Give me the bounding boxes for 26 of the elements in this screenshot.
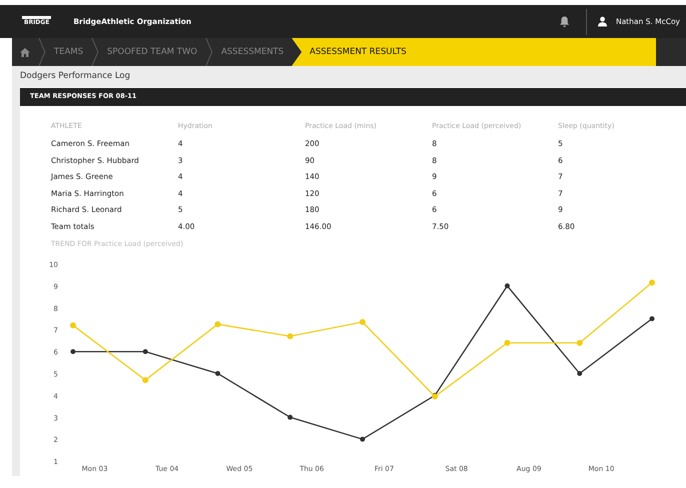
- breadcrumb-item[interactable]: ASSESSMENTS: [213, 46, 292, 58]
- data-point: [70, 348, 76, 354]
- data-point: [288, 414, 293, 420]
- data-point: [214, 320, 221, 327]
- data-point: [215, 370, 220, 376]
- data-point: [142, 376, 148, 383]
- breadcrumb-item[interactable]: SPOOFED TEAM TWO: [99, 46, 206, 58]
- chevron-separator: [91, 38, 100, 66]
- chevron-separator: [38, 38, 46, 66]
- data-point: [649, 279, 655, 286]
- data-point: [360, 436, 365, 442]
- breadcrumb-item[interactable]: ASSESSMENT RESULTS: [292, 38, 656, 66]
- user-icon: [596, 16, 608, 27]
- bell-icon[interactable]: [558, 16, 570, 28]
- data-point: [142, 348, 148, 354]
- data-point: [504, 282, 510, 288]
- breadcrumb-item[interactable]: TEAMS: [46, 46, 92, 58]
- data-point: [577, 370, 582, 376]
- home-icon[interactable]: [20, 48, 30, 56]
- data-point: [650, 316, 654, 321]
- data-point: [360, 318, 366, 325]
- data-point: [70, 322, 76, 328]
- data-point: [287, 332, 294, 339]
- data-point: [576, 339, 583, 346]
- data-point: [504, 339, 510, 346]
- chevron-separator: [205, 38, 214, 66]
